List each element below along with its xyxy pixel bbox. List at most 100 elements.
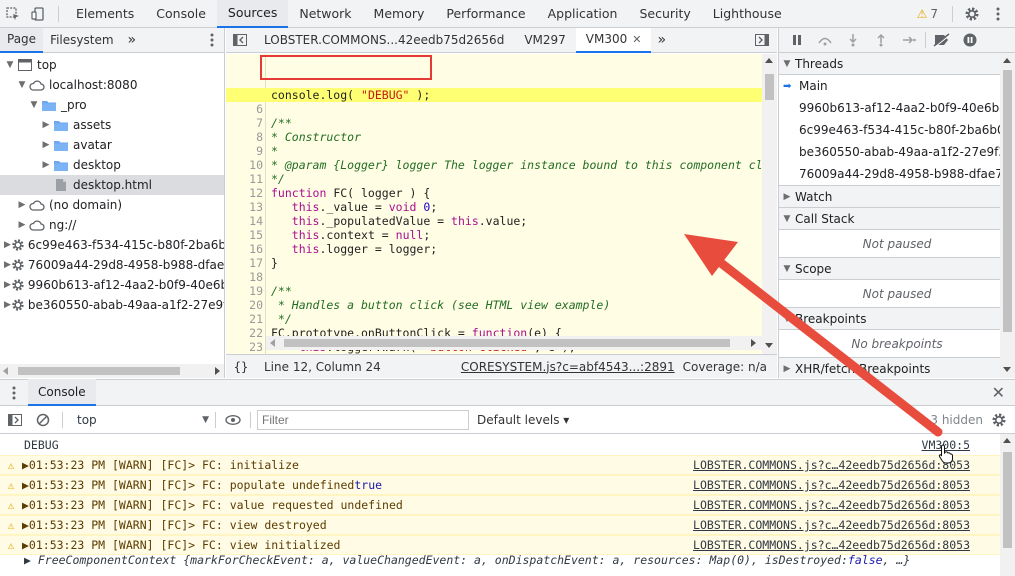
warning-counter[interactable]: ⚠ 7: [917, 7, 938, 21]
message-source-link[interactable]: LOBSTER.COMMONS.js?c…42eedb75d2656d:8053: [693, 498, 970, 512]
collapsed-triangle-icon[interactable]: ▶: [40, 120, 52, 130]
line-number[interactable]: 13: [226, 200, 263, 214]
thread-item[interactable]: 76009a44-29d8-4958-b988-dfae719: [779, 163, 1015, 185]
step-icon[interactable]: [897, 29, 921, 51]
tree-item[interactable]: ▼ localhost:8080: [0, 75, 224, 95]
tab-performance[interactable]: Performance: [435, 0, 536, 28]
tab-memory[interactable]: Memory: [363, 0, 436, 28]
code-line[interactable]: console.log( "DEBUG" );: [226, 88, 762, 102]
tree-item[interactable]: ▶ be360550-abab-49aa-a1f2-27e9f32: [0, 295, 224, 315]
code-line[interactable]: 7 /**: [226, 116, 762, 130]
expanded-triangle-icon[interactable]: ▼: [16, 80, 28, 90]
tab-console-drawer[interactable]: Console: [28, 379, 96, 406]
line-number[interactable]: 19: [226, 284, 263, 298]
code-line[interactable]: 10 * @param {Logger} logger The logger in…: [226, 158, 762, 172]
code-line[interactable]: 6: [226, 102, 762, 116]
message-source-link[interactable]: LOBSTER.COMMONS.js?c…42eedb75d2656d:8053: [693, 478, 970, 492]
watch-section-header[interactable]: ▶ Watch: [779, 186, 1015, 208]
expanded-triangle-icon[interactable]: ▼: [4, 60, 16, 70]
more-tabs-icon[interactable]: »: [121, 28, 144, 53]
close-drawer-icon[interactable]: ✕: [992, 383, 1005, 402]
code-line[interactable]: 8 * Constructor: [226, 130, 762, 144]
call-stack-section-header[interactable]: ▼ Call Stack: [779, 208, 1015, 230]
collapsed-triangle-icon[interactable]: ▶: [4, 240, 11, 250]
toggle-navigator-icon[interactable]: [226, 34, 254, 46]
toggle-debugger-icon[interactable]: [755, 34, 769, 46]
code-line[interactable]: 15 this.context = null;: [226, 228, 762, 242]
line-number[interactable]: 10: [226, 158, 263, 172]
code-line[interactable]: 18: [226, 270, 762, 284]
code-line[interactable]: 11 */: [226, 172, 762, 186]
tree-item[interactable]: ▶ 9960b613-af12-4aa2-b0f9-40e6bee: [0, 275, 224, 295]
thread-item[interactable]: be360550-abab-49aa-a1f2-27e9f32: [779, 141, 1015, 163]
pause-icon[interactable]: [785, 29, 809, 51]
log-levels-dropdown[interactable]: Default levels ▾: [477, 413, 569, 427]
line-number[interactable]: 6: [226, 102, 263, 116]
navigator-horizontal-scrollbar[interactable]: [0, 364, 224, 378]
line-number[interactable]: 23: [226, 340, 263, 354]
more-options-icon[interactable]: [985, 0, 1011, 28]
line-number[interactable]: 15: [226, 228, 263, 242]
deactivate-breakpoints-icon[interactable]: [930, 29, 954, 51]
line-number[interactable]: 18: [226, 270, 263, 284]
tab-lighthouse[interactable]: Lighthouse: [702, 0, 793, 28]
tree-item[interactable]: ▶ desktop: [0, 155, 224, 175]
line-number[interactable]: 12: [226, 186, 263, 200]
close-tab-icon[interactable]: ✕: [632, 33, 641, 46]
tab-elements[interactable]: Elements: [65, 0, 145, 28]
step-out-icon[interactable]: [869, 29, 893, 51]
console-settings-gear-icon[interactable]: [991, 412, 1007, 428]
tree-item[interactable]: ▶ avatar: [0, 135, 224, 155]
editor-tab[interactable]: VM297: [514, 28, 575, 53]
tab-network[interactable]: Network: [288, 0, 362, 28]
context-selector[interactable]: top ▼: [69, 413, 209, 427]
tree-item[interactable]: ▶ assets: [0, 115, 224, 135]
editor-vertical-scrollbar[interactable]: [762, 54, 777, 364]
live-expression-eye-icon[interactable]: [222, 414, 244, 425]
tree-item[interactable]: ▶ 76009a44-29d8-4958-b988-dfae719: [0, 255, 224, 275]
breakpoints-section-header[interactable]: ▼ Breakpoints: [779, 308, 1015, 330]
collapsed-triangle-icon[interactable]: ▶: [4, 260, 11, 270]
code-line[interactable]: 19 /**: [226, 284, 762, 298]
tree-item[interactable]: ▶ ng://: [0, 215, 224, 235]
line-number[interactable]: 16: [226, 242, 263, 256]
console-message-warning[interactable]: ⚠ ▶01:53:23 PM [WARN] [FC]> FC: value req…: [0, 495, 1000, 515]
line-number[interactable]: 21: [226, 312, 263, 326]
editor-horizontal-scrollbar[interactable]: [266, 336, 762, 350]
console-message-warning[interactable]: ⚠ ▶01:53:23 PM [WARN] [FC]> FC: view dest…: [0, 515, 1000, 535]
tree-item[interactable]: ▼ top: [0, 55, 224, 75]
code-line[interactable]: 12 function FC( logger ) {: [226, 186, 762, 200]
debugger-vertical-scrollbar[interactable]: [1000, 54, 1015, 378]
tab-sources[interactable]: Sources: [216, 0, 289, 28]
expanded-triangle-icon[interactable]: ▼: [28, 100, 40, 110]
tab-console[interactable]: Console: [145, 0, 217, 28]
step-into-icon[interactable]: [841, 29, 865, 51]
editor-tab[interactable]: VM300 ✕: [575, 27, 652, 53]
tree-item[interactable]: ▶ 6c99e463-f534-415c-b80f-2ba6b08: [0, 235, 224, 255]
message-source-link[interactable]: LOBSTER.COMMONS.js?c…42eedb75d2656d:8053: [693, 458, 970, 472]
show-sidebar-icon[interactable]: [0, 413, 30, 426]
xhr-breakpoints-section-header[interactable]: ▶ XHR/fetch Breakpoints: [779, 358, 1015, 378]
collapsed-triangle-icon[interactable]: ▶: [4, 280, 11, 290]
pretty-print-icon[interactable]: {}: [226, 360, 256, 374]
step-over-icon[interactable]: [813, 29, 837, 51]
tab-filesystem[interactable]: Filesystem: [43, 28, 120, 53]
message-source-link[interactable]: LOBSTER.COMMONS.js?c…42eedb75d2656d:8053: [693, 538, 970, 552]
tab-security[interactable]: Security: [628, 0, 701, 28]
code-line[interactable]: 13 this._value = void 0;: [226, 200, 762, 214]
line-number[interactable]: 22: [226, 326, 263, 340]
line-number[interactable]: 8: [226, 130, 263, 144]
console-message-warning[interactable]: ⚠ ▶01:53:23 PM [WARN] [FC]> FC: initializ…: [0, 455, 1000, 475]
navigator-menu-icon[interactable]: [210, 33, 214, 47]
line-number[interactable]: 11: [226, 172, 263, 186]
message-source-link[interactable]: LOBSTER.COMMONS.js?c…42eedb75d2656d:8053: [693, 518, 970, 532]
line-number[interactable]: 7: [226, 116, 263, 130]
collapsed-triangle-icon[interactable]: ▶: [40, 160, 52, 170]
code-line[interactable]: 20 * Handles a button click (see HTML vi…: [226, 298, 762, 312]
line-number[interactable]: 17: [226, 256, 263, 270]
tab-page[interactable]: Page: [0, 28, 44, 53]
editor-tab[interactable]: LOBSTER.COMMONS...42eedb75d2656d: [254, 28, 514, 53]
thread-main[interactable]: ➡ Main: [779, 75, 1015, 97]
tree-item[interactable]: ▶ (no domain): [0, 195, 224, 215]
tree-item[interactable]: ▼ _pro: [0, 95, 224, 115]
